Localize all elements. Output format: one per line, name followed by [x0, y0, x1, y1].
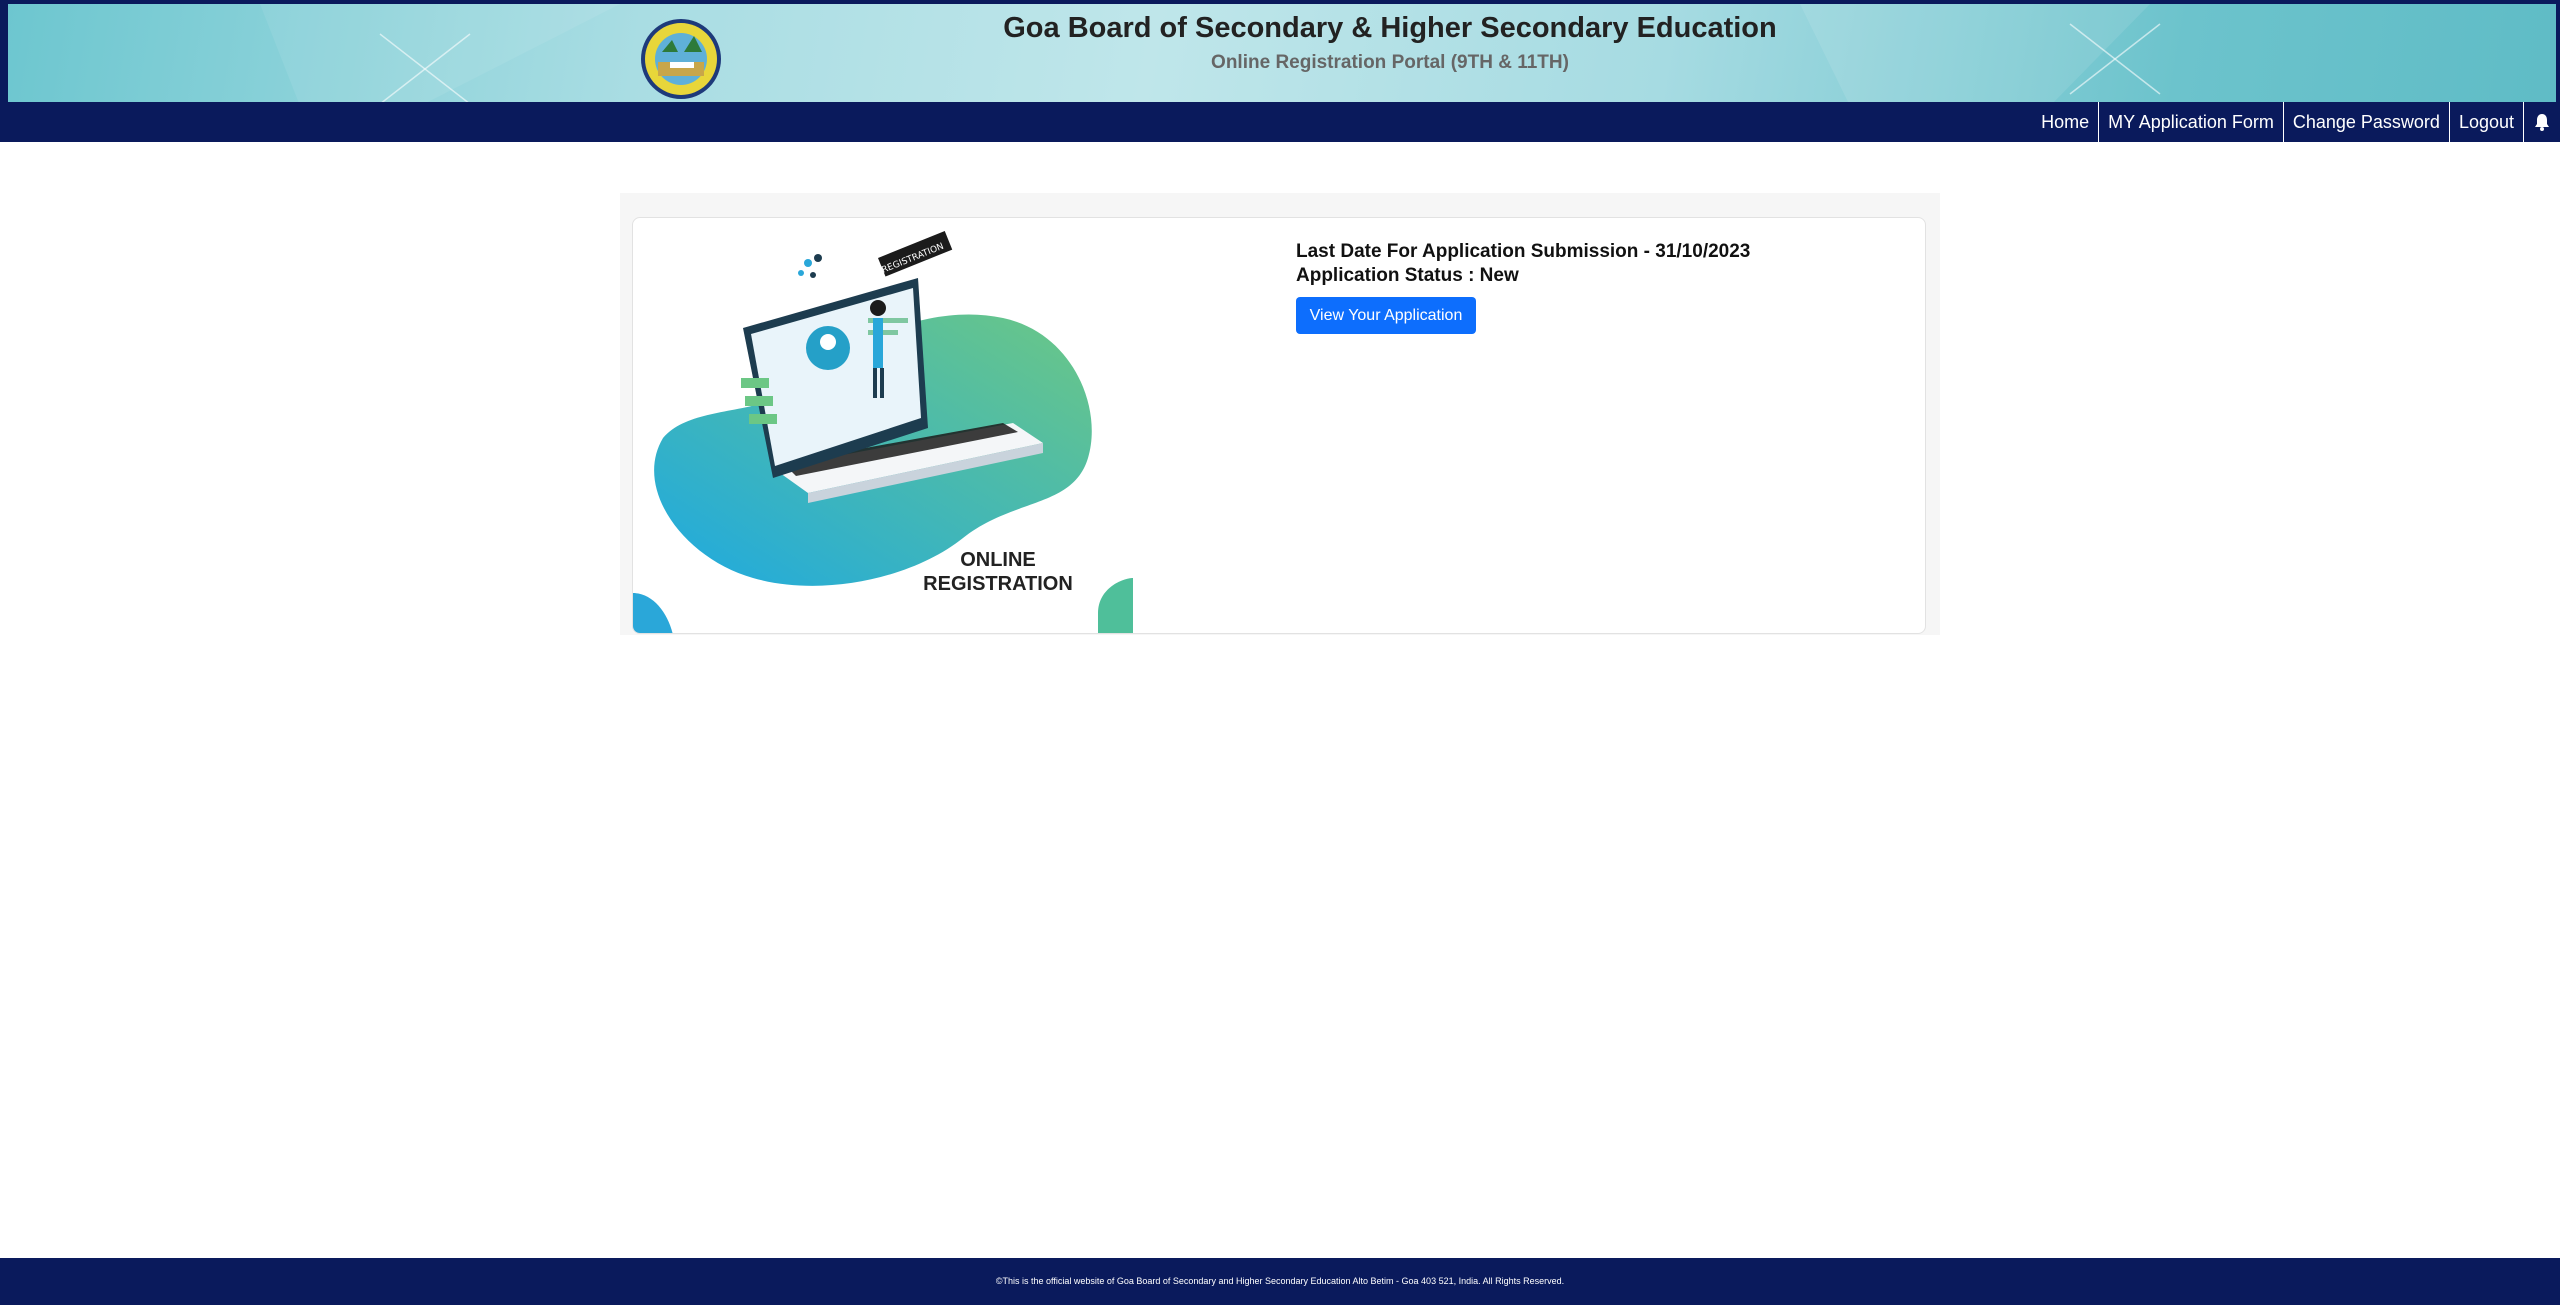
nav-logout[interactable]: Logout	[2448, 102, 2523, 142]
bell-icon	[2535, 114, 2549, 131]
registration-label: REGISTRATION	[923, 573, 1073, 595]
application-info: Last Date For Application Submission - 3…	[1296, 240, 1750, 288]
online-label: ONLINE	[960, 549, 1036, 571]
site-footer: ©This is the official website of Goa Boa…	[0, 1258, 2560, 1305]
last-date-text: Last Date For Application Submission - 3…	[1296, 241, 1751, 262]
nav-menu: Home MY Application Form Change Password…	[2032, 102, 2560, 142]
site-subtitle: Online Registration Portal (9TH & 11TH)	[1211, 52, 1569, 73]
notification-button[interactable]	[2523, 102, 2560, 142]
site-header: Goa Board of Secondary & Higher Secondar…	[0, 0, 2560, 102]
online-registration-illustration: REGISTRATION ONLINE REGISTRATION	[633, 231, 1133, 633]
nav-home[interactable]: Home	[2032, 102, 2098, 142]
view-application-button[interactable]: View Your Application	[1296, 297, 1476, 334]
nav-change-password[interactable]: Change Password	[2282, 102, 2449, 142]
top-navbar: Home MY Application Form Change Password…	[0, 102, 2560, 142]
site-title: Goa Board of Secondary & Higher Secondar…	[1003, 12, 1777, 44]
application-status-text: Application Status : New	[1296, 265, 1519, 286]
nav-my-application-form[interactable]: MY Application Form	[2098, 102, 2283, 142]
